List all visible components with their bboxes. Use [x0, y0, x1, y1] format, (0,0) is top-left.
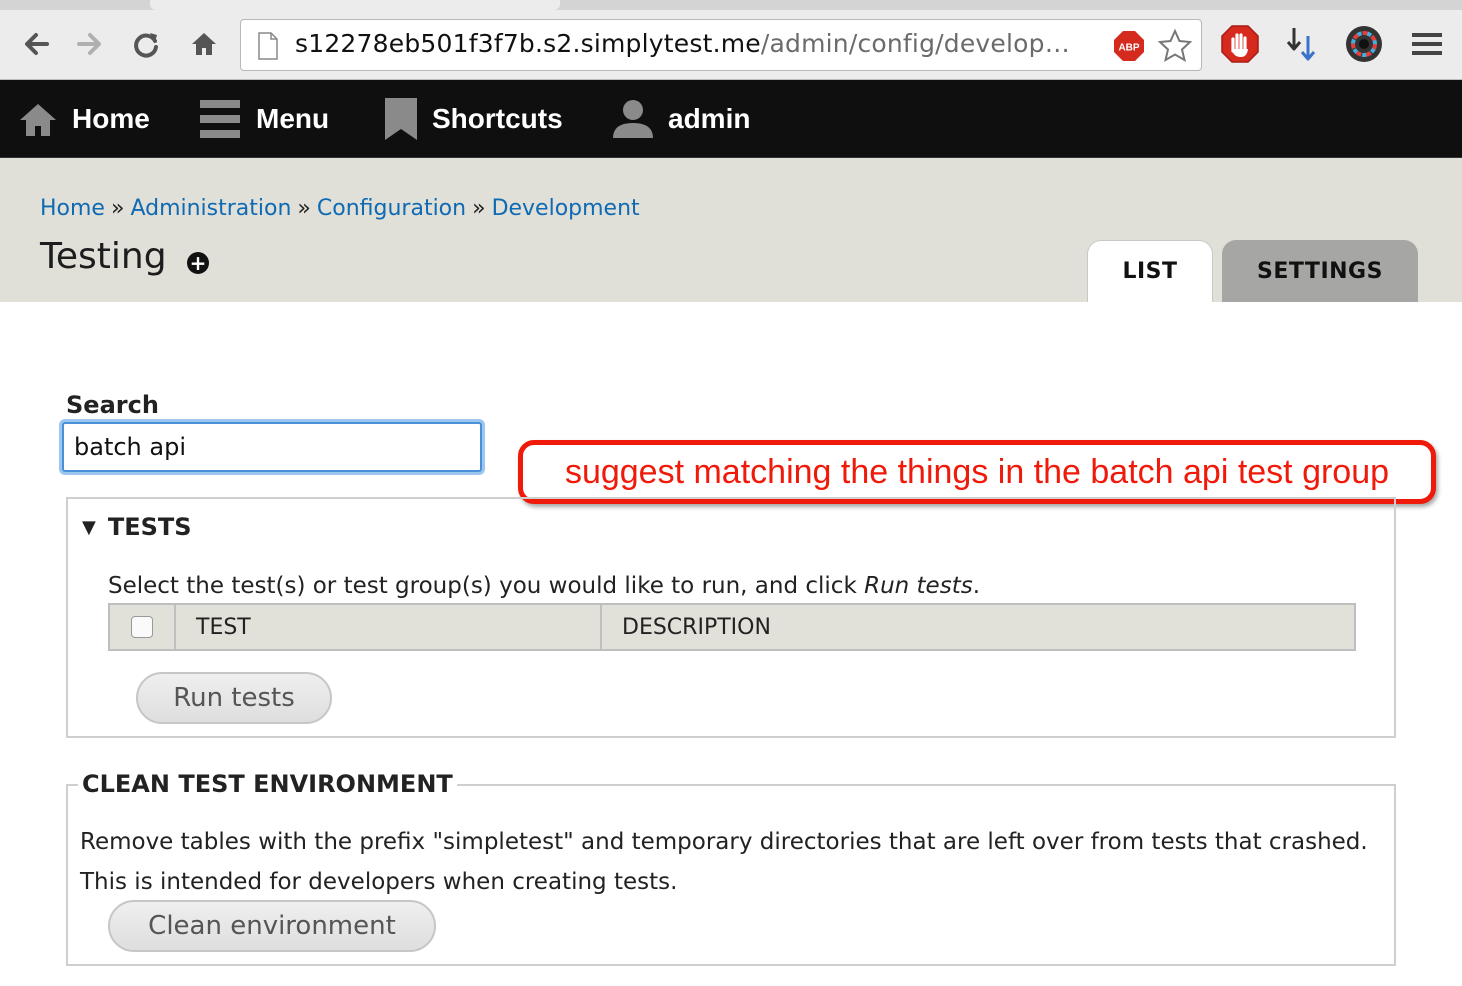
tests-description-emphasis: Run tests: [864, 573, 973, 599]
toolbar-user[interactable]: admin: [612, 80, 750, 158]
house-icon: [20, 104, 56, 136]
clean-environment-legend: CLEAN TEST ENVIRONMENT: [78, 770, 457, 798]
column-header-test: TEST: [176, 605, 602, 649]
search-label: Search: [66, 391, 159, 419]
select-all-checkbox[interactable]: [131, 616, 153, 638]
breadcrumb-development[interactable]: Development: [492, 196, 640, 221]
select-all-cell: [110, 605, 176, 649]
url-host: s12278eb501f3f7b.s2.simplytest.me: [295, 29, 761, 58]
breadcrumb: Home» Administration» Configuration» Develo…: [40, 196, 640, 221]
toolbar-user-label: admin: [668, 103, 751, 134]
abp-label: ABP: [1118, 43, 1139, 54]
tab-settings[interactable]: SETTINGS: [1222, 240, 1418, 302]
tests-fieldset: ▼ TESTS Select the test(s) or test group…: [66, 497, 1396, 738]
breadcrumb-separator: »: [110, 196, 125, 221]
breadcrumb-separator: »: [297, 196, 311, 221]
breadcrumb-configuration[interactable]: Configuration: [317, 196, 466, 221]
tests-table-header: TEST DESCRIPTION: [108, 603, 1356, 651]
breadcrumb-home[interactable]: Home: [40, 196, 105, 221]
adblock-plus-icon[interactable]: ABP: [1113, 30, 1145, 62]
annotation-callout: suggest matching the things in the batch…: [518, 440, 1436, 504]
collapse-triangle-icon: ▼: [82, 516, 96, 538]
browser-tab[interactable]: [150, 0, 560, 10]
admin-toolbar: Home Menu Shortcuts admin: [0, 80, 1462, 158]
url-path: /admin/config/develop…: [760, 29, 1070, 58]
page-icon: [258, 32, 278, 60]
tests-description-text: Select the test(s) or test group(s) you …: [108, 573, 865, 599]
address-bar[interactable]: s12278eb501f3f7b.s2.simplytest.me/admin/…: [240, 19, 1202, 71]
tab-list[interactable]: LIST: [1087, 240, 1213, 302]
add-shortcut-plus-icon[interactable]: +: [187, 252, 209, 274]
tests-legend-toggle[interactable]: ▼ TESTS: [82, 513, 192, 541]
breadcrumb-separator: »: [472, 196, 486, 221]
browser-menu-icon[interactable]: [1408, 24, 1448, 64]
toolbar-home[interactable]: Home: [18, 80, 150, 158]
stop-hand-extension-icon[interactable]: [1220, 24, 1260, 64]
search-input[interactable]: [62, 422, 482, 472]
column-header-description: DESCRIPTION: [622, 614, 771, 640]
forward-arrow-icon[interactable]: [72, 26, 108, 62]
clean-environment-fieldset: CLEAN TEST ENVIRONMENT Remove tables wit…: [66, 770, 1396, 966]
toolbar-shortcuts[interactable]: Shortcuts: [384, 80, 563, 158]
toolbar-home-label: Home: [72, 103, 150, 134]
clean-environment-description: Remove tables with the prefix "simpletes…: [80, 829, 1368, 895]
toolbar-menu[interactable]: Menu: [200, 80, 329, 158]
tests-description-end: .: [972, 573, 981, 599]
page-title: Testing: [40, 236, 167, 277]
color-picker-extension-icon[interactable]: [1344, 24, 1384, 64]
hamburger-icon: [200, 100, 240, 138]
page-header: Home» Administration» Configuration» Develo…: [0, 158, 1462, 302]
breadcrumb-administration[interactable]: Administration: [130, 196, 291, 221]
home-icon[interactable]: [186, 26, 222, 62]
back-arrow-icon[interactable]: [18, 26, 54, 62]
tests-description: Select the test(s) or test group(s) you …: [108, 573, 980, 599]
annotation-text: suggest matching the things in the batch…: [564, 452, 1390, 491]
user-icon: [613, 100, 653, 138]
reload-icon[interactable]: [128, 26, 164, 62]
browser-chrome: s12278eb501f3f7b.s2.simplytest.me/admin/…: [0, 0, 1462, 80]
toolbar-menu-label: Menu: [256, 103, 330, 134]
url-text[interactable]: s12278eb501f3f7b.s2.simplytest.me/admin/…: [295, 29, 1070, 58]
tests-legend-label: TESTS: [107, 513, 192, 541]
bookmark-icon: [385, 98, 417, 140]
toolbar-shortcuts-label: Shortcuts: [432, 103, 563, 134]
download-arrows-icon[interactable]: [1284, 24, 1324, 64]
bookmark-star-icon[interactable]: [1157, 28, 1193, 64]
clean-environment-button[interactable]: Clean environment: [108, 900, 436, 952]
run-tests-button[interactable]: Run tests: [136, 672, 332, 724]
